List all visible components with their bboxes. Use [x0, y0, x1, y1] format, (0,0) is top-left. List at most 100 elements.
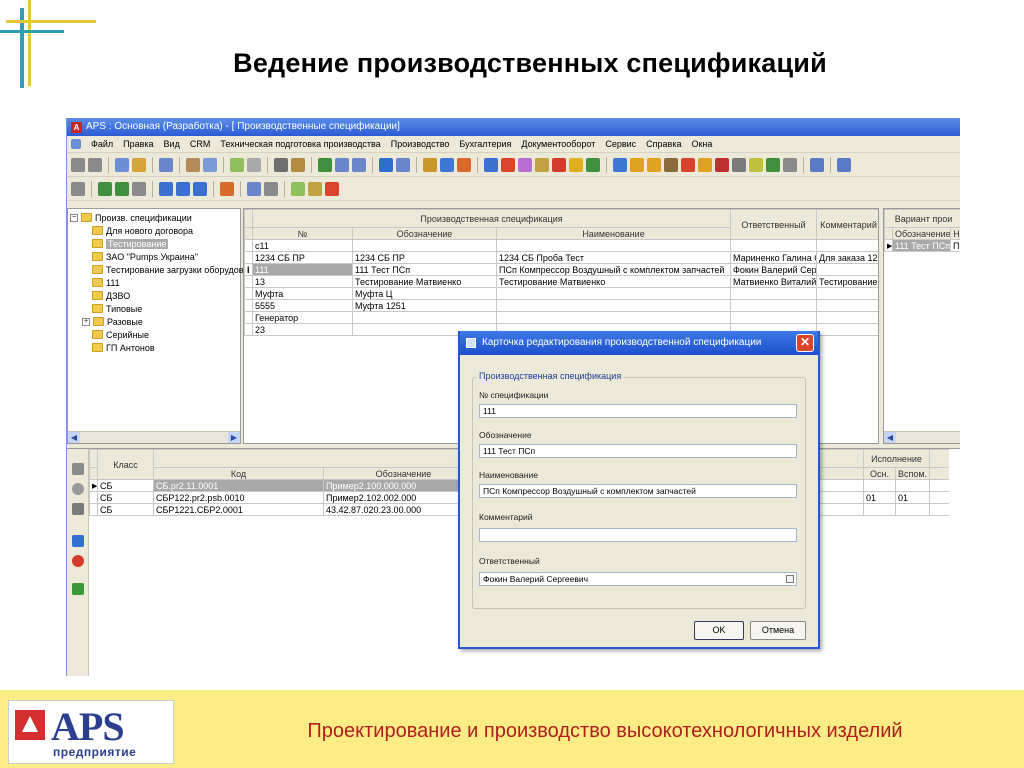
toolbar-button-icon[interactable] — [518, 157, 532, 172]
col-header-code[interactable]: Код — [153, 467, 324, 480]
cell[interactable] — [730, 287, 818, 300]
cancel-button[interactable]: Отмена — [750, 621, 806, 640]
toolbar-button-icon[interactable] — [698, 157, 712, 172]
tree-item[interactable]: Типовые — [92, 302, 142, 315]
tree-root[interactable]: − Произв. спецификации — [70, 211, 192, 224]
cell[interactable]: Муфта Ц — [352, 287, 497, 300]
menu-item[interactable]: CRM — [190, 139, 211, 149]
toolbar-button-icon[interactable] — [325, 181, 339, 196]
cell[interactable] — [816, 323, 878, 336]
toolbar-button-icon[interactable] — [484, 157, 498, 172]
col-header-designation[interactable]: Обозначение — [352, 227, 497, 240]
cell[interactable]: СБ.pr2.11.0001 — [153, 479, 324, 492]
variant-col-name[interactable]: Н — [949, 227, 960, 240]
comment-field[interactable] — [479, 528, 797, 542]
cell[interactable] — [730, 311, 818, 324]
toolbar-button-icon[interactable] — [88, 157, 102, 172]
cell[interactable] — [929, 479, 949, 492]
expand-icon[interactable]: + — [82, 317, 90, 326]
table-row[interactable]: 13 Тестирование Матвиенко Тестирование Мат… — [244, 275, 878, 288]
variant-hscroll[interactable]: ◀ — [884, 431, 960, 443]
cell[interactable]: 1234 СБ Проба Тест — [495, 251, 732, 264]
toolbar-button-icon[interactable] — [132, 181, 146, 196]
toolbar-button-icon[interactable] — [318, 157, 332, 172]
toolbar-button-icon[interactable] — [379, 157, 393, 172]
table-row[interactable]: 5555 Муфта 1251 — [244, 299, 878, 312]
tree-item[interactable]: ЗАО "Pumps Украина" — [92, 250, 198, 263]
cell[interactable] — [894, 479, 931, 492]
cell[interactable]: Муфта — [252, 287, 353, 300]
cell[interactable]: 111 Тест ПСп — [892, 239, 951, 252]
cell[interactable]: с11 — [252, 239, 353, 252]
toolbar-button-icon[interactable] — [352, 157, 366, 172]
toolbar-button-icon[interactable] — [681, 157, 695, 172]
table-row[interactable]: с11 — [244, 239, 878, 252]
menu-item[interactable]: Документооборот — [521, 139, 595, 149]
cell[interactable]: 1234 СБ ПР — [352, 251, 497, 264]
cell[interactable] — [816, 299, 878, 312]
toolbar-button-icon[interactable] — [749, 157, 763, 172]
tree-item[interactable]: ДЗВО — [92, 289, 130, 302]
app-menu-icon[interactable] — [71, 139, 81, 149]
toolbar-button-icon[interactable] — [423, 157, 437, 172]
cell[interactable] — [894, 503, 931, 516]
toolbar-button-icon[interactable] — [552, 157, 566, 172]
toolbar-button-icon[interactable] — [732, 157, 746, 172]
cell[interactable]: Матвиенко Виталий В — [730, 275, 818, 288]
toolbar-button-icon[interactable] — [837, 157, 851, 172]
tree-item[interactable]: Серийные — [92, 328, 149, 341]
cell[interactable] — [495, 299, 732, 312]
toolbar-button-icon[interactable] — [220, 181, 234, 196]
cell[interactable] — [352, 311, 497, 324]
toolbar-button-icon[interactable] — [810, 157, 824, 172]
toolbar-button-icon[interactable] — [203, 157, 217, 172]
col-header-aux[interactable]: Вспом. — [894, 467, 931, 480]
cell[interactable] — [495, 311, 732, 324]
tree-hscroll[interactable]: ◀ ▶ — [68, 431, 240, 443]
menu-item[interactable]: Бухгалтерия — [459, 139, 511, 149]
toolbar-button-icon[interactable] — [396, 157, 410, 172]
spec-number-field[interactable]: 111 — [479, 404, 797, 418]
cell[interactable]: Тестирование Матвиенко — [352, 275, 497, 288]
cell[interactable]: СБ — [97, 503, 154, 516]
cell[interactable] — [816, 287, 878, 300]
scroll-left-icon[interactable]: ◀ — [68, 432, 80, 443]
toolbar-button-icon[interactable] — [186, 157, 200, 172]
cell[interactable]: 5555 — [252, 299, 353, 312]
toolbar-button-icon[interactable] — [71, 157, 85, 172]
toolbar-button-icon[interactable] — [98, 181, 112, 196]
cell[interactable]: Тестирование Матвиенко — [495, 275, 732, 288]
table-row[interactable]: Генератор — [244, 311, 878, 324]
tree-item[interactable]: Тестирование загрузки оборудов — [92, 263, 244, 276]
toolbar-button-icon[interactable] — [630, 157, 644, 172]
cell[interactable] — [730, 239, 818, 252]
toolbar-button-icon[interactable] — [159, 157, 173, 172]
cell[interactable]: Муфта 1251 — [352, 299, 497, 312]
variant-col-designation[interactable]: Обозначение — [892, 227, 951, 240]
toolbar-button-icon[interactable] — [766, 157, 780, 172]
toolbar-button-icon[interactable] — [159, 181, 173, 196]
responsible-select[interactable]: Фокин Валерий Сергеевич — [479, 572, 797, 586]
cell[interactable]: Для заказа 123 — [816, 251, 878, 264]
table-row[interactable]: Муфта Муфта Ц — [244, 287, 878, 300]
cell[interactable]: ПС — [949, 239, 960, 252]
cell[interactable]: ПСп Компрессор Воздушный с комплектом за… — [495, 263, 732, 276]
tree-item[interactable]: + Разовые — [82, 315, 143, 328]
toolbar-button-icon[interactable] — [115, 181, 129, 196]
toolbar-button-icon[interactable] — [535, 157, 549, 172]
cell[interactable] — [863, 503, 896, 516]
toolbar-button-icon[interactable] — [247, 181, 261, 196]
dropdown-icon[interactable] — [786, 575, 794, 583]
toolbar-button-icon[interactable] — [71, 181, 85, 196]
toolbar-button-icon[interactable] — [440, 157, 454, 172]
designation-field[interactable]: 111 Тест ПСп — [479, 444, 797, 458]
toolbar-button-icon[interactable] — [457, 157, 471, 172]
add-icon[interactable] — [72, 463, 84, 475]
toolbar-button-icon[interactable] — [274, 157, 288, 172]
toolbar-button-icon[interactable] — [715, 157, 729, 172]
col-header-number[interactable]: № — [252, 227, 353, 240]
col-header-main[interactable]: Осн. — [863, 467, 896, 480]
toolbar-button-icon[interactable] — [586, 157, 600, 172]
cell[interactable]: 01 — [863, 491, 896, 504]
toolbar-button-icon[interactable] — [335, 157, 349, 172]
